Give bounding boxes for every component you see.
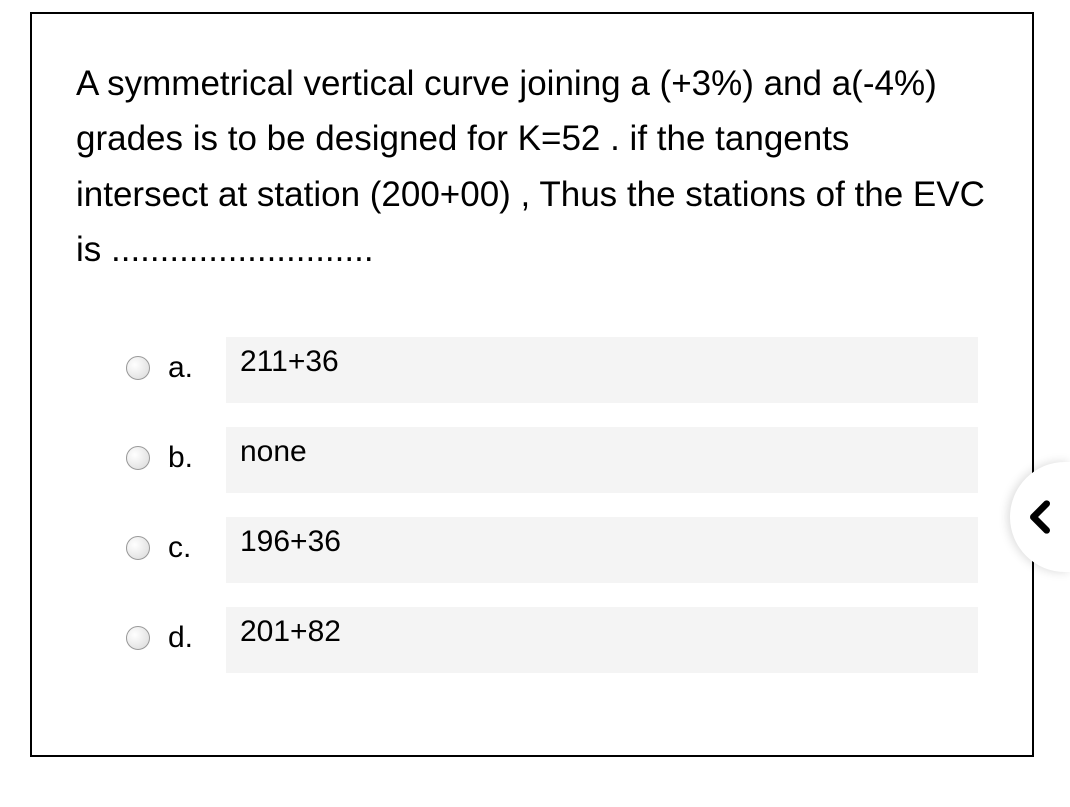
option-row-a[interactable]: a. 211+36: [126, 337, 978, 399]
question-text: A symmetrical vertical curve joining a (…: [76, 56, 988, 277]
option-letter: a.: [168, 351, 208, 385]
radio-button[interactable]: [126, 446, 150, 470]
options-container: a. 211+36 b. none c. 196+36 d. 201+82: [126, 337, 978, 669]
option-text: none: [226, 427, 978, 489]
option-text: 211+36: [226, 337, 978, 399]
option-row-b[interactable]: b. none: [126, 427, 978, 489]
option-letter: d.: [168, 621, 208, 655]
question-card: A symmetrical vertical curve joining a (…: [30, 12, 1034, 757]
option-row-d[interactable]: d. 201+82: [126, 607, 978, 669]
option-letter: c.: [168, 531, 208, 565]
radio-button[interactable]: [126, 626, 150, 650]
option-text: 196+36: [226, 517, 978, 579]
chevron-left-icon: [1020, 497, 1060, 537]
radio-button[interactable]: [126, 356, 150, 380]
option-text: 201+82: [226, 607, 978, 669]
option-row-c[interactable]: c. 196+36: [126, 517, 978, 579]
radio-button[interactable]: [126, 536, 150, 560]
option-letter: b.: [168, 441, 208, 475]
